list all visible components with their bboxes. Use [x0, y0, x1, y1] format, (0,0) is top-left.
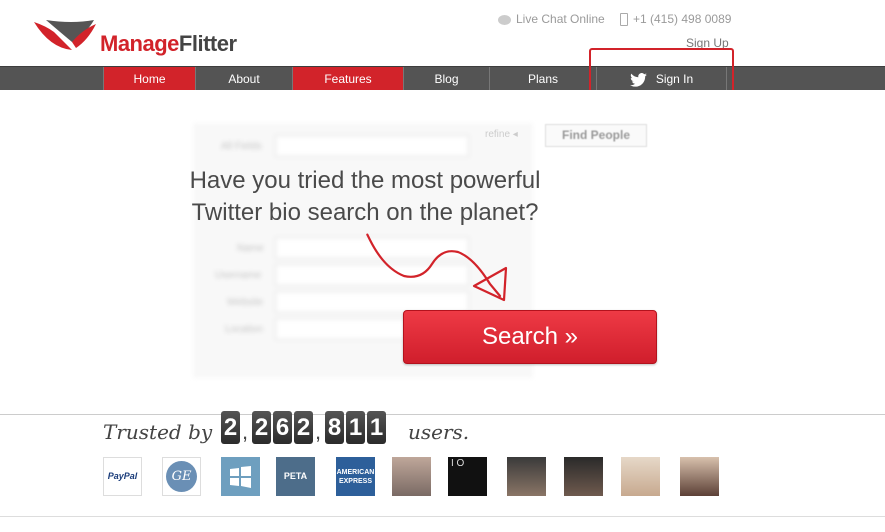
- location-label: Location: [225, 324, 263, 335]
- ge-label: GE: [166, 461, 197, 492]
- counter-digit: 2: [294, 411, 313, 444]
- person-avatar-icon: [564, 457, 603, 496]
- nav-item-plans[interactable]: Plans: [489, 67, 596, 91]
- io-label: I O: [451, 458, 465, 469]
- phone-number: +1 (415) 498 0089: [633, 12, 732, 26]
- nav-item-features[interactable]: Features: [292, 67, 403, 91]
- amex-line2: EXPRESS: [338, 478, 373, 485]
- nav-label: About: [228, 72, 260, 86]
- live-chat-label: Live Chat Online: [516, 12, 605, 26]
- phone-info: +1 (415) 498 0089: [620, 12, 732, 27]
- username-label: Username: [215, 270, 262, 281]
- all-fields-input[interactable]: [275, 135, 469, 157]
- all-fields-label: All Fields: [221, 141, 262, 152]
- nav-item-blog[interactable]: Blog: [403, 67, 489, 91]
- headline-line-2: Twitter bio search on the planet?: [191, 199, 539, 226]
- counter-separator: ,: [242, 419, 249, 444]
- header: ManageFlitter Live Chat Online +1 (415) …: [0, 0, 885, 66]
- windows-logo-icon: [221, 457, 260, 496]
- nav-label: Home: [133, 72, 166, 86]
- peta-label: PETA: [283, 471, 308, 481]
- amex-line1: AMERICAN: [336, 469, 375, 476]
- hand-drawn-arrow-icon: [366, 233, 508, 302]
- amex-logo-icon: AMERICAN EXPRESS: [336, 457, 375, 496]
- counter-digit: 1: [367, 411, 386, 444]
- brand-name-part2: Flitter: [178, 31, 237, 56]
- counter-digit: 8: [325, 411, 344, 444]
- person-avatar-icon: [621, 457, 660, 496]
- chat-bubble-icon: [498, 14, 511, 25]
- ge-logo-icon: GE: [162, 457, 201, 496]
- brand-name[interactable]: ManageFlitter: [100, 31, 237, 57]
- counter-digit: 2: [252, 411, 271, 444]
- counter-digit: 1: [346, 411, 365, 444]
- paypal-label: PayPal: [107, 471, 138, 481]
- peta-logo-icon: PETA: [276, 457, 315, 496]
- counter-digit: 6: [273, 411, 292, 444]
- hero-headline: Have you tried the most powerful Twitter…: [180, 165, 550, 229]
- counter-digit: 2: [221, 411, 240, 444]
- trusted-suffix: users.: [408, 420, 470, 444]
- nav-label: Blog: [434, 72, 459, 86]
- refine-link[interactable]: refine ◂: [485, 129, 518, 140]
- person-avatar-icon: [680, 457, 719, 496]
- main-nav: Home About Features Blog Plans Sign In: [0, 66, 885, 91]
- nav-label: Plans: [527, 72, 559, 86]
- nav-item-about[interactable]: About: [195, 67, 292, 91]
- trusted-prefix: Trusted by: [103, 420, 213, 444]
- find-people-button[interactable]: Find People: [545, 124, 647, 147]
- name-label: Name: [237, 243, 264, 254]
- website-label: Website: [227, 297, 263, 308]
- counter-separator: ,: [315, 419, 322, 444]
- headline-line-1: Have you tried the most powerful: [189, 167, 541, 194]
- person-avatar-icon: [392, 457, 431, 496]
- search-button[interactable]: Search »: [403, 310, 657, 364]
- refine-label: refine: [485, 129, 511, 140]
- live-chat-link[interactable]: Live Chat Online: [498, 12, 605, 26]
- phone-icon: [620, 13, 628, 27]
- nav-label: Features: [324, 72, 372, 86]
- nav-item-home[interactable]: Home: [103, 67, 195, 91]
- brand-name-part1: Manage: [100, 31, 179, 56]
- io-avatar-icon: I O: [448, 457, 487, 496]
- paypal-logo-icon: PayPal: [103, 457, 142, 496]
- bottom-divider: [0, 516, 885, 517]
- person-avatar-icon: [507, 457, 546, 496]
